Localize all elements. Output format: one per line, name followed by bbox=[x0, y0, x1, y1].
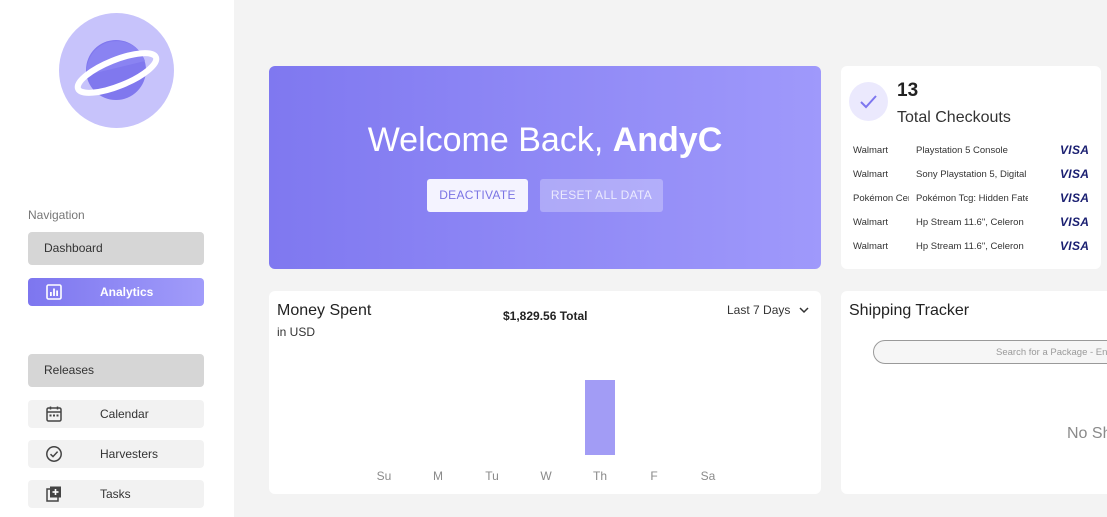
sidebar: Navigation Dashboard Analytics Releases bbox=[0, 0, 234, 517]
checkmark-badge bbox=[849, 82, 888, 121]
sidebar-item-analytics[interactable]: Analytics bbox=[28, 278, 204, 306]
bar-chart-icon bbox=[45, 283, 63, 301]
chart-bar-th bbox=[585, 380, 615, 455]
checkout-store: Walmart bbox=[853, 145, 889, 156]
chart-tick-label: W bbox=[540, 469, 552, 483]
reset-all-data-button[interactable]: RESET ALL DATA bbox=[540, 179, 663, 212]
welcome-banner: Welcome Back, AndyC DEACTIVATE RESET ALL… bbox=[269, 66, 821, 269]
chart-tick-label: Su bbox=[377, 469, 392, 483]
money-spent-chart: Su M Tu W Th F Sa bbox=[377, 380, 716, 483]
sidebar-item-label: Releases bbox=[44, 363, 95, 377]
checkout-row[interactable]: Pokémon Center Pokémon Tcg: Hidden Fates… bbox=[841, 191, 1101, 217]
checkout-product: Hp Stream 11.6", Celeron bbox=[916, 217, 1024, 228]
package-search-input[interactable] bbox=[873, 340, 1107, 364]
app-logo bbox=[59, 13, 174, 128]
checkout-row[interactable]: Walmart Hp Stream 11.6", Celeron VISA bbox=[841, 215, 1101, 241]
visa-icon: VISA bbox=[1060, 167, 1090, 181]
checkmark-icon bbox=[860, 95, 877, 109]
sidebar-item-label: Tasks bbox=[100, 487, 131, 501]
checkouts-label: Total Checkouts bbox=[897, 109, 1011, 126]
checkout-store: Walmart bbox=[853, 217, 889, 228]
deactivate-button[interactable]: DEACTIVATE bbox=[427, 179, 528, 212]
sidebar-item-label: Analytics bbox=[100, 285, 154, 299]
chart-tick-label: F bbox=[650, 469, 657, 483]
sidebar-item-harvesters[interactable]: Harvesters bbox=[28, 440, 204, 468]
checkout-store: Walmart bbox=[853, 241, 889, 252]
visa-icon: VISA bbox=[1060, 215, 1090, 229]
chart-tick-label: M bbox=[433, 469, 443, 483]
visa-icon: VISA bbox=[1060, 239, 1090, 253]
checkout-product: Sony Playstation 5, Digital Edition bbox=[916, 169, 1028, 180]
checkout-product: Hp Stream 11.6", Celeron bbox=[916, 241, 1024, 252]
no-shipments-text: No Shipments bbox=[1067, 425, 1107, 442]
visa-icon: VISA bbox=[1060, 191, 1090, 205]
money-spent-card: Money Spent in USD $1,829.56 Total Last … bbox=[269, 291, 821, 494]
checkout-row[interactable]: Walmart Sony Playstation 5, Digital Edit… bbox=[841, 167, 1101, 193]
checkout-product: Pokémon Tcg: Hidden Fates bbox=[916, 193, 1028, 204]
checkout-store: Pokémon Center bbox=[853, 193, 909, 204]
add-box-icon bbox=[45, 485, 63, 503]
shipping-tracker-title: Shipping Tracker bbox=[849, 302, 970, 319]
visa-icon: VISA bbox=[1060, 143, 1090, 157]
welcome-username: AndyC bbox=[612, 121, 723, 159]
planet-icon bbox=[74, 40, 160, 100]
sidebar-item-label: Dashboard bbox=[44, 241, 103, 255]
checkout-store: Walmart bbox=[853, 169, 889, 180]
welcome-title: Welcome Back, AndyC bbox=[269, 121, 821, 160]
checkouts-count: 13 bbox=[897, 80, 919, 101]
chart-tick-label: Tu bbox=[485, 469, 499, 483]
sidebar-item-dashboard[interactable]: Dashboard bbox=[28, 232, 204, 265]
checkouts-card: 13 Total Checkouts Walmart Playstation 5… bbox=[841, 66, 1101, 269]
check-circle-icon bbox=[45, 445, 63, 463]
welcome-greeting: Welcome Back, bbox=[367, 121, 604, 159]
chart-tick-label: Sa bbox=[701, 469, 716, 483]
checkout-row[interactable]: Walmart Hp Stream 11.6", Celeron VISA bbox=[841, 239, 1101, 265]
sidebar-item-releases[interactable]: Releases bbox=[28, 354, 204, 387]
shipping-tracker-card: Shipping Tracker No Shipments bbox=[841, 291, 1107, 494]
checkout-product: Playstation 5 Console bbox=[916, 145, 1008, 156]
sidebar-item-label: Calendar bbox=[100, 407, 149, 421]
sidebar-item-tasks[interactable]: Tasks bbox=[28, 480, 204, 508]
chart-tick-label: Th bbox=[593, 469, 607, 483]
checkout-row[interactable]: Walmart Playstation 5 Console VISA bbox=[841, 143, 1101, 169]
sidebar-item-label: Harvesters bbox=[100, 447, 159, 461]
calendar-icon bbox=[45, 405, 63, 423]
nav-heading: Navigation bbox=[28, 208, 85, 222]
sidebar-item-calendar[interactable]: Calendar bbox=[28, 400, 204, 428]
